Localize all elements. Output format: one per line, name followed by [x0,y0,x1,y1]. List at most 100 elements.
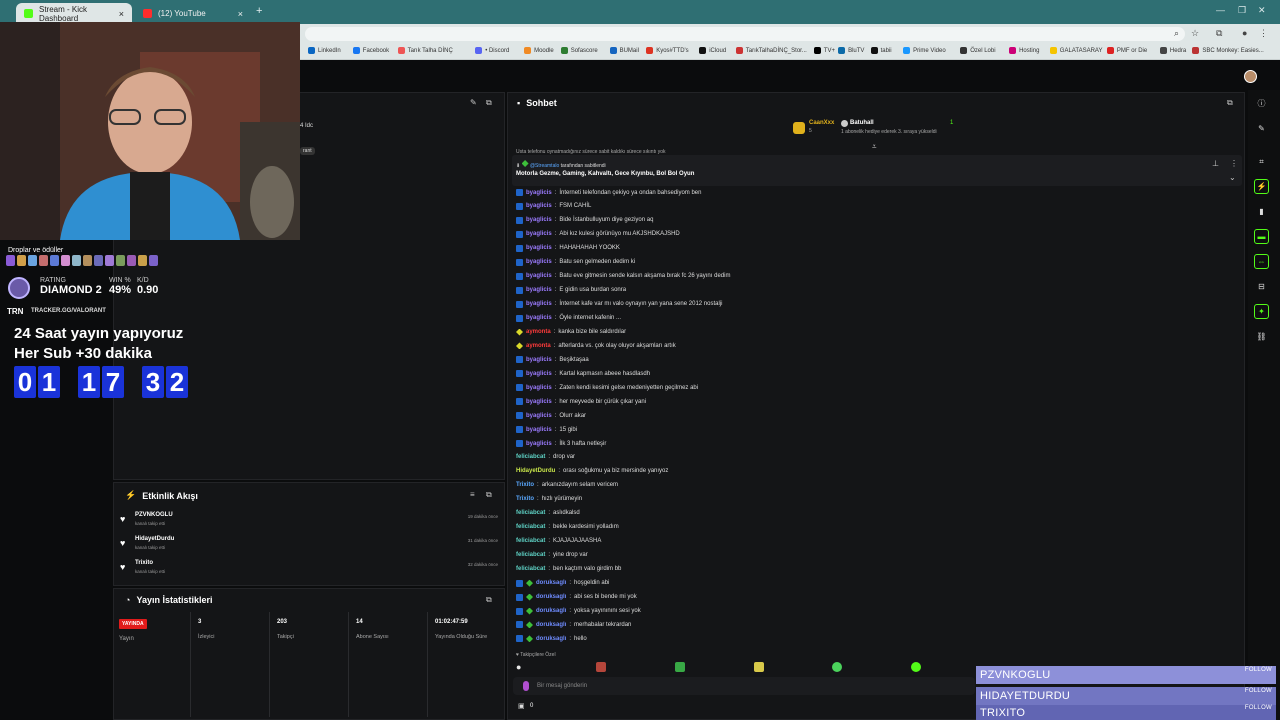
edit-icon[interactable]: ✎ [1254,121,1269,136]
bookmark-item[interactable]: LinkedIn [308,47,341,54]
chat-username[interactable]: byaglicis [526,245,552,251]
activity-user[interactable]: HidayetDurdu [135,536,174,542]
star-icon[interactable]: ☆ [1191,28,1199,39]
emote-icon[interactable] [911,662,921,672]
bookmark-item[interactable]: Prime Video [903,47,946,54]
points-icon[interactable]: ▣ [518,702,525,710]
activity-user[interactable]: PZVNKOGLU [135,512,173,518]
chat-message[interactable]: byaglicis: İlk 3 hafta netleşir [516,440,606,448]
url-input[interactable] [305,27,1185,41]
edit-icon[interactable]: ✎ [470,98,477,107]
chat-message[interactable]: HidayetDurdu: orası soğukmu ya biz mersin… [516,468,668,474]
bookmark-item[interactable]: Özel Lobi [960,47,996,54]
bookmark-item[interactable]: PMF or Die [1106,47,1147,54]
stats-icon[interactable]: ▮ [1254,204,1269,219]
emote-icon[interactable] [596,662,606,672]
chat-username[interactable]: byaglicis [526,259,552,265]
chat-username[interactable]: doruksaglı [536,594,566,600]
chat-username[interactable]: byaglicis [526,399,552,405]
top-user-2[interactable]: Batuhall [850,120,874,126]
chat-message[interactable]: feliciabcat: ben kaçtım valo girdim bb [516,566,621,572]
info-icon[interactable]: ⓘ [1254,96,1269,111]
chat-username[interactable]: feliciabcat [516,510,545,516]
minimize-icon[interactable]: — [1216,5,1225,15]
chat-message[interactable]: feliciabcat: aslıdkalsd [516,510,580,516]
chat-username[interactable]: byaglicis [526,441,552,447]
menu-icon[interactable]: ⋮ [1259,28,1268,39]
bookmark-item[interactable]: tabii [870,47,892,54]
chat-username[interactable]: byaglicis [526,301,552,307]
popout-icon[interactable]: ⧉ [486,595,492,605]
chevron-down-icon[interactable]: ⌄ [1229,173,1236,182]
tools-icon[interactable]: ✦ [1254,304,1269,319]
close-tab-icon[interactable]: × [238,9,243,19]
chat-message[interactable]: byaglicis: Abi kız kulesi görünüyo mu AKJ… [516,230,680,238]
chat-username[interactable]: HidayetDurdu [516,468,555,474]
chat-message[interactable]: doruksaglı: yoksa yayınınını sesi yok [516,607,641,615]
user-identity-icon[interactable] [523,681,529,691]
chat-username[interactable]: doruksaglı [536,622,566,628]
emote-icon[interactable] [832,662,842,672]
popout-icon[interactable]: ⧉ [486,490,492,500]
stream-key-icon[interactable]: ⇔ [1254,254,1269,269]
pin-icon[interactable]: ⊥ [1212,159,1219,168]
chat-username[interactable]: Trixito [516,496,534,502]
maximize-icon[interactable]: ❐ [1238,5,1246,16]
bookmark-item[interactable]: Kyos#TTD's [646,47,689,54]
lightning-icon[interactable]: ⚡ [1254,179,1269,194]
chat-input[interactable]: Bir mesaj gönderin [513,677,975,695]
chat-message[interactable]: doruksaglı: abi ses bi bende mi yok [516,593,637,601]
bookmark-item[interactable]: TarıkTalhaDİNÇ_Stor... [735,47,807,54]
tab-youtube[interactable]: (12) YouTube × [135,3,251,24]
chat-username[interactable]: doruksaglı [536,580,566,586]
bookmark-item[interactable]: Sofascore [560,47,598,54]
bookmark-item[interactable]: iCloud [699,47,726,54]
chat-message[interactable]: feliciabcat: yine drop var [516,552,588,558]
bookmark-item[interactable]: Facebook [352,47,389,54]
chat-message[interactable]: feliciabcat: bekle kardesimi yolladım [516,524,619,530]
chat-message[interactable]: byaglicis: Beşiktaşaa [516,356,589,364]
chat-username[interactable]: byaglicis [526,231,552,237]
search-icon[interactable]: ⌕ [1174,28,1179,39]
bookmark-item[interactable]: Hosting [1009,47,1039,54]
chat-username[interactable]: feliciabcat [516,552,545,558]
chat-username[interactable]: byaglicis [526,357,552,363]
share-icon[interactable]: ⛓ [1254,329,1269,344]
chat-message[interactable]: Trixito: arkanızdayım selam vericem [516,482,618,488]
chat-message[interactable]: byaglicis: Öyle internet kafenin ... [516,314,621,322]
chat-message[interactable]: byaglicis: Zaten kendi kesimi gelse meden… [516,384,698,392]
chat-username[interactable]: byaglicis [526,287,552,293]
bookmark-item[interactable]: Tarık Talha DİNÇ [397,47,453,54]
chat-message[interactable]: byaglicis: FSM CAHİL [516,202,591,210]
chat-username[interactable]: Trixito [516,482,534,488]
chevron-down-icon[interactable]: ⩡ [872,142,877,152]
chat-username[interactable]: aymonta [526,343,551,349]
chat-username[interactable]: byaglicis [526,273,552,279]
chat-message[interactable]: byaglicis: Batu sen gelmeden dedim ki [516,258,635,266]
chat-message[interactable]: feliciabcat: drop var [516,454,575,460]
chat-message[interactable]: byaglicis: HAHAHAHAH YOOKK [516,244,620,252]
chat-message[interactable]: byaglicis: İnternet kafe var mı valo oyna… [516,300,722,308]
chat-message[interactable]: byaglicis:15 gibi [516,426,577,434]
bookmark-item[interactable]: GALATASARAY [1049,47,1102,54]
chat-message[interactable]: aymonta: afterlarda vs. çok olay oluyor a… [516,342,676,350]
chat-username[interactable]: byaglicis [526,413,552,419]
close-tab-icon[interactable]: × [119,9,124,19]
chat-username[interactable]: byaglicis [526,385,552,391]
chat-message[interactable]: doruksaglı: hoşgeldin abi [516,579,609,587]
chat-username[interactable]: byaglicis [526,371,552,377]
chat-message[interactable]: byaglicis: E gidin usa burdan sonra [516,286,626,294]
bookmark-item[interactable]: Moodle [524,47,554,54]
chat-username[interactable]: byaglicis [526,190,552,196]
bookmark-item[interactable]: TV+ [813,47,835,54]
chat-message[interactable]: byaglicis: Olurr akar [516,412,586,420]
chat-username[interactable]: feliciabcat [516,454,545,460]
tab-kick-dashboard[interactable]: Stream - Kick Dashboard × [16,3,132,24]
moderation-icon[interactable]: ⊟ [1254,279,1269,294]
chat-message[interactable]: aymonta: kanka bize bile saldırdılar [516,328,626,336]
bookmark-item[interactable]: • Discord [475,47,509,54]
chat-username[interactable]: feliciabcat [516,538,545,544]
chat-username[interactable]: byaglicis [526,427,552,433]
chat-username[interactable]: byaglicis [526,203,552,209]
top-user-1[interactable]: CaanXxx [809,120,834,126]
